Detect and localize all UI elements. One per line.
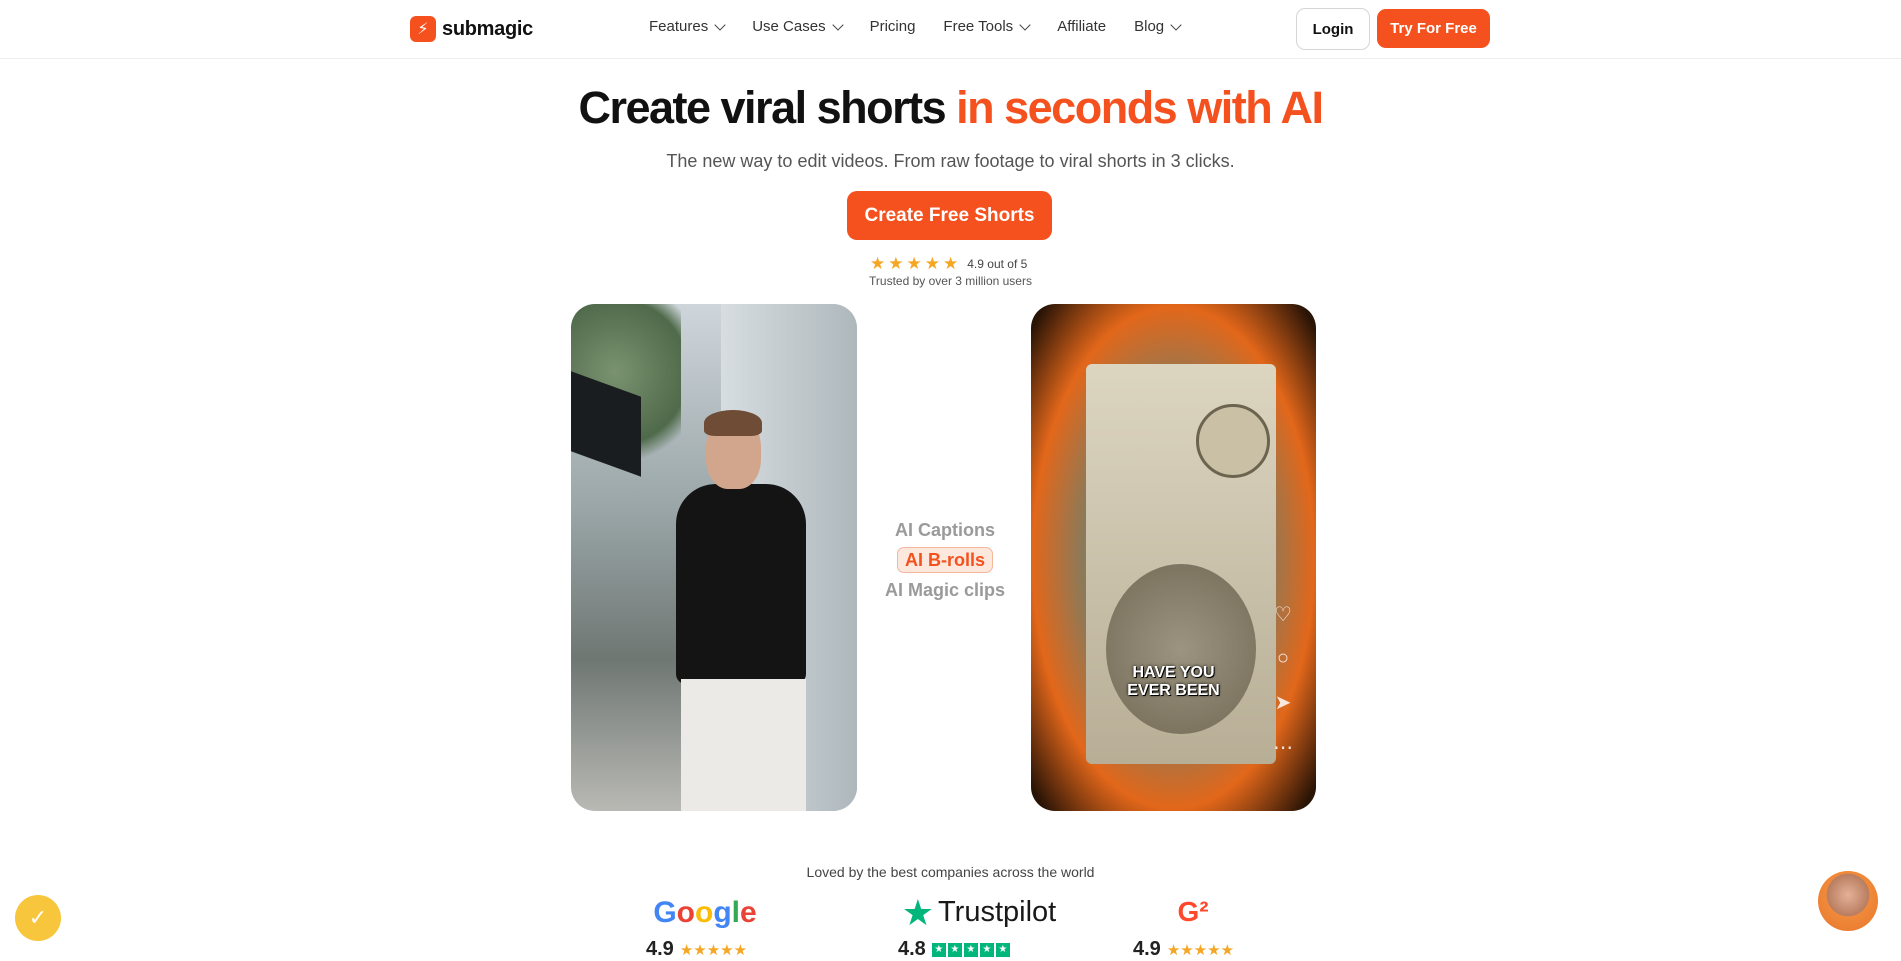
trustpilot-logo: ★ Trustpilot: [879, 891, 1079, 933]
social-proof-heading: Loved by the best companies across the w…: [806, 864, 1095, 880]
comment-icon: ○: [1276, 647, 1290, 669]
google-logo: Google: [653, 896, 757, 929]
g2-score-value: 4.9: [1133, 938, 1161, 960]
menu-label: Affiliate: [1057, 18, 1107, 35]
trustpilot-score-value: 4.8: [898, 938, 926, 960]
heart-icon: ♡: [1274, 604, 1292, 626]
star-rating-icon: ★★★★★: [679, 941, 748, 959]
star-icon: ★: [870, 254, 886, 273]
share-icon: ➤: [1274, 692, 1292, 714]
shirt-shape: [676, 484, 806, 684]
video-side-icons: ♡ ○ ➤ ⋯: [1273, 602, 1293, 760]
rating-row: ★ ★ ★ ★ ★ 4.9 out of 5: [870, 255, 1027, 272]
hero-subtitle: The new way to edit videos. From raw foo…: [666, 151, 1235, 171]
chevron-down-icon: [831, 18, 844, 31]
logo-mark-icon: ⚡: [410, 16, 436, 42]
hair-shape: [704, 410, 762, 436]
trustpilot-star-icon: ★: [901, 891, 935, 933]
feature-labels: AI Captions AI B-rolls AI Magic clips: [870, 515, 1020, 605]
more-icon: ⋯: [1273, 737, 1293, 759]
logo-text: submagic: [442, 17, 533, 40]
chat-support-avatar[interactable]: [1818, 871, 1878, 931]
star-icon: ★: [924, 254, 940, 273]
star-icon: ★: [888, 254, 904, 273]
menu-item-features[interactable]: Features: [649, 18, 726, 35]
try-for-free-button[interactable]: Try For Free: [1377, 9, 1490, 48]
bill-seal-shape: [1196, 404, 1270, 478]
g2-score: 4.9 ★★★★★: [1133, 938, 1234, 961]
hero-title-accent: in seconds with AI: [956, 82, 1324, 133]
login-button[interactable]: Login: [1296, 8, 1370, 50]
bill-portrait-shape: [1106, 564, 1256, 734]
menu-item-pricing[interactable]: Pricing: [870, 18, 916, 35]
menu-item-blog[interactable]: Blog: [1134, 18, 1182, 35]
menu-label: Free Tools: [943, 18, 1014, 35]
create-free-shorts-button[interactable]: Create Free Shorts: [847, 191, 1052, 240]
google-score: 4.9 ★★★★★: [646, 938, 747, 961]
trusted-text: Trusted by over 3 million users: [869, 274, 1032, 288]
menu-item-free-tools[interactable]: Free Tools: [943, 18, 1031, 35]
menu-label: Blog: [1134, 18, 1165, 35]
chevron-down-icon: [1170, 18, 1182, 31]
pants-shape: [681, 679, 806, 811]
feature-label-brolls-active[interactable]: AI B-rolls: [896, 547, 993, 573]
top-navbar: ⚡ submagic Features Use Cases Pricing Fr…: [0, 0, 1901, 59]
hero-title-main: Create viral shorts: [578, 82, 957, 133]
chevron-down-icon: [1019, 18, 1031, 31]
hero-title: Create viral shorts in seconds with AI: [0, 82, 1901, 134]
person-image: [666, 410, 816, 811]
rating-text: 4.9 out of 5: [967, 256, 1028, 271]
menu-label: Pricing: [869, 18, 916, 35]
g2-logo: G²: [1177, 896, 1209, 927]
logo[interactable]: ⚡ submagic: [410, 16, 533, 42]
demo-video-before[interactable]: [571, 304, 857, 811]
trustpilot-label: Trustpilot: [938, 896, 1057, 928]
chevron-down-icon: [714, 18, 726, 31]
menu-label: Features: [649, 18, 709, 35]
demo-video-after[interactable]: HAVE YOU EVER BEEN ♡ ○ ➤ ⋯: [1031, 304, 1316, 811]
burning-bill-image: [1086, 364, 1276, 764]
star-icon: ★: [906, 254, 922, 273]
menu-label: Use Cases: [752, 18, 826, 35]
main-menu: Features Use Cases Pricing Free Tools Af…: [649, 18, 1182, 35]
trustpilot-stars-icon: ★ ★ ★ ★ ★: [931, 942, 1010, 957]
google-score-value: 4.9: [646, 938, 674, 960]
feature-label-magic-clips[interactable]: AI Magic clips: [870, 575, 1020, 605]
star-icon: ★: [943, 254, 959, 273]
menu-item-affiliate[interactable]: Affiliate: [1057, 18, 1106, 35]
star-rating-icon: ★★★★★: [1166, 941, 1235, 959]
menu-item-use-cases[interactable]: Use Cases: [752, 18, 844, 35]
cookie-consent-badge-icon[interactable]: ✓: [15, 895, 61, 941]
trustpilot-score: 4.8 ★ ★ ★ ★ ★: [898, 938, 1010, 961]
feature-label-captions[interactable]: AI Captions: [870, 515, 1020, 545]
